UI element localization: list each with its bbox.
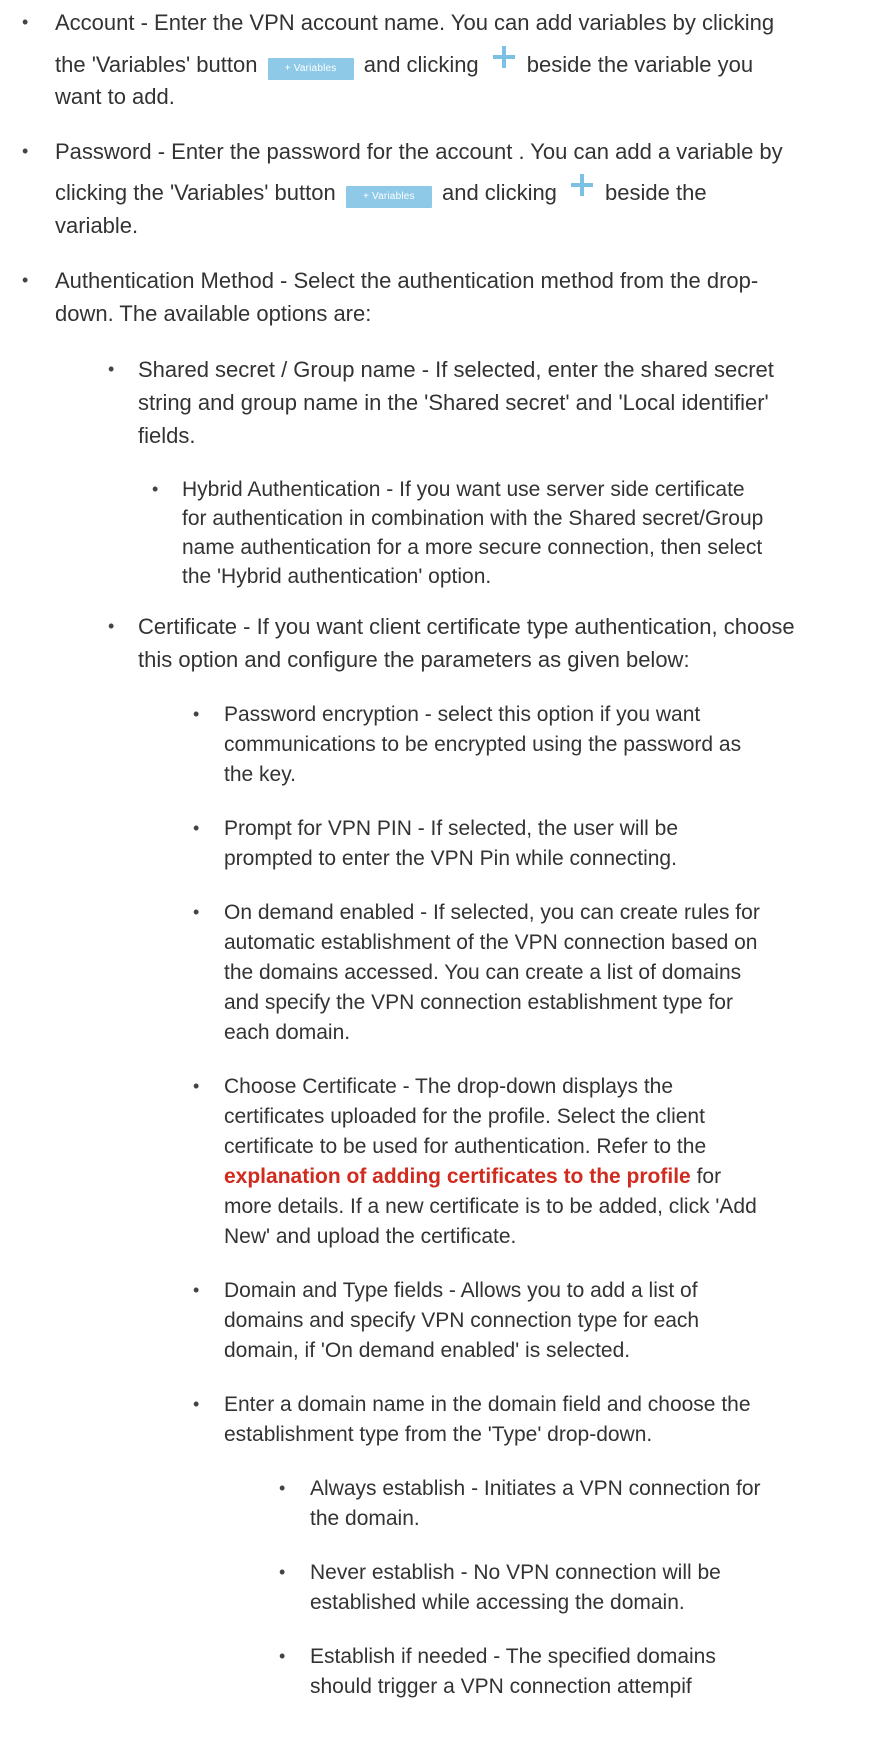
account-line-2-mid: and clicking (363, 52, 479, 77)
password-line-2-mid: and clicking (441, 180, 557, 205)
domain-type-line-3: domain, if 'On demand enabled' is select… (224, 1339, 631, 1362)
never-line-2: established while accessing the domain. (310, 1591, 685, 1614)
choose-cert-line-3: certificate to be used for authenticatio… (224, 1135, 707, 1158)
enter-domain-line-1: Enter a domain name in the domain field … (224, 1393, 751, 1416)
certificate-line-1: Certificate - If you want client certifi… (138, 614, 795, 639)
variables-button[interactable]: + Variables (267, 58, 354, 80)
on-demand-line-1: On demand enabled - If selected, you can… (224, 901, 760, 924)
choose-cert-line-4: explanation of adding certificates to th… (224, 1160, 721, 1193)
bullet: • (279, 1562, 286, 1582)
on-demand-line-4: and specify the VPN connection establish… (224, 991, 733, 1014)
on-demand-line-3: the domains accessed. You can create a l… (224, 961, 742, 984)
bullet: • (279, 1646, 286, 1666)
on-demand-line-5: each domain. (224, 1021, 351, 1044)
bullet: • (22, 12, 29, 32)
bullet: • (22, 141, 29, 161)
choose-cert-line-1: Choose Certificate - The drop-down displ… (224, 1075, 674, 1098)
shared-secret-line-3: fields. (138, 423, 196, 448)
plus-icon (571, 174, 594, 196)
choose-cert-line-4-post: for (690, 1165, 722, 1188)
variables-button[interactable]: + Variables (345, 186, 432, 208)
certificates-explanation-link[interactable]: explanation of adding certificates to th… (224, 1165, 691, 1188)
account-line-3: want to add. (55, 84, 175, 109)
certificate-line-2: this option and configure the parameters… (138, 647, 690, 672)
password-line-2-post: beside the (605, 180, 707, 205)
bullet: • (193, 1076, 200, 1096)
choose-cert-line-5: more details. If a new certificate is to… (224, 1195, 757, 1218)
account-line-1: Account - Enter the VPN account name. Yo… (55, 10, 775, 35)
if-needed-line-1: Establish if needed - The specified doma… (310, 1645, 716, 1668)
account-line-2-pre: the 'Variables' button (55, 52, 258, 77)
bullet: • (279, 1478, 286, 1498)
choose-cert-line-2: certificates uploaded for the profile. S… (224, 1105, 705, 1128)
if-needed-line-2: should trigger a VPN connection attempif (310, 1675, 692, 1698)
auth-method-line-2: down. The available options are: (55, 301, 372, 326)
password-line-3: variable. (55, 213, 139, 238)
bullet: • (193, 818, 200, 838)
password-line-2: clicking the 'Variables' button + Variab… (55, 174, 707, 209)
choose-cert-line-6: New' and upload the certificate. (224, 1225, 517, 1248)
always-line-1: Always establish - Initiates a VPN conne… (310, 1477, 761, 1500)
hybrid-line-4: the 'Hybrid authentication' option. (182, 565, 492, 588)
enter-domain-line-2: establishment type from the 'Type' drop-… (224, 1423, 653, 1446)
auth-method-line-1: Authentication Method - Select the authe… (55, 268, 759, 293)
bullet: • (193, 902, 200, 922)
bullet: • (152, 479, 159, 499)
on-demand-line-2: automatic establishment of the VPN conne… (224, 931, 758, 954)
shared-secret-line-1: Shared secret / Group name - If selected… (138, 357, 774, 382)
domain-type-line-1: Domain and Type fields - Allows you to a… (224, 1279, 698, 1302)
domain-type-line-2: domains and specify VPN connection type … (224, 1309, 700, 1332)
bullet: • (193, 1280, 200, 1300)
shared-secret-line-2: string and group name in the 'Shared sec… (138, 390, 769, 415)
password-encryption-line-3: the key. (224, 763, 296, 786)
password-line-2-pre: clicking the 'Variables' button (55, 180, 336, 205)
password-line-1: Password - Enter the password for the ac… (55, 139, 783, 164)
password-encryption-line-2: communications to be encrypted using the… (224, 733, 742, 756)
bullet: • (108, 616, 115, 636)
never-line-1: Never establish - No VPN connection will… (310, 1561, 721, 1584)
account-line-2-post: beside the variable you (526, 52, 754, 77)
prompt-pin-line-1: Prompt for VPN PIN - If selected, the us… (224, 817, 679, 840)
password-encryption-line-1: Password encryption - select this option… (224, 703, 701, 726)
bullet: • (193, 1394, 200, 1414)
always-line-2: the domain. (310, 1507, 420, 1530)
bullet: • (193, 704, 200, 724)
plus-icon (492, 46, 515, 68)
bullet: • (108, 359, 115, 379)
bullet: • (22, 270, 29, 290)
prompt-pin-line-2: prompted to enter the VPN Pin while conn… (224, 847, 677, 870)
account-line-2: the 'Variables' button + Variables and c… (55, 46, 753, 81)
